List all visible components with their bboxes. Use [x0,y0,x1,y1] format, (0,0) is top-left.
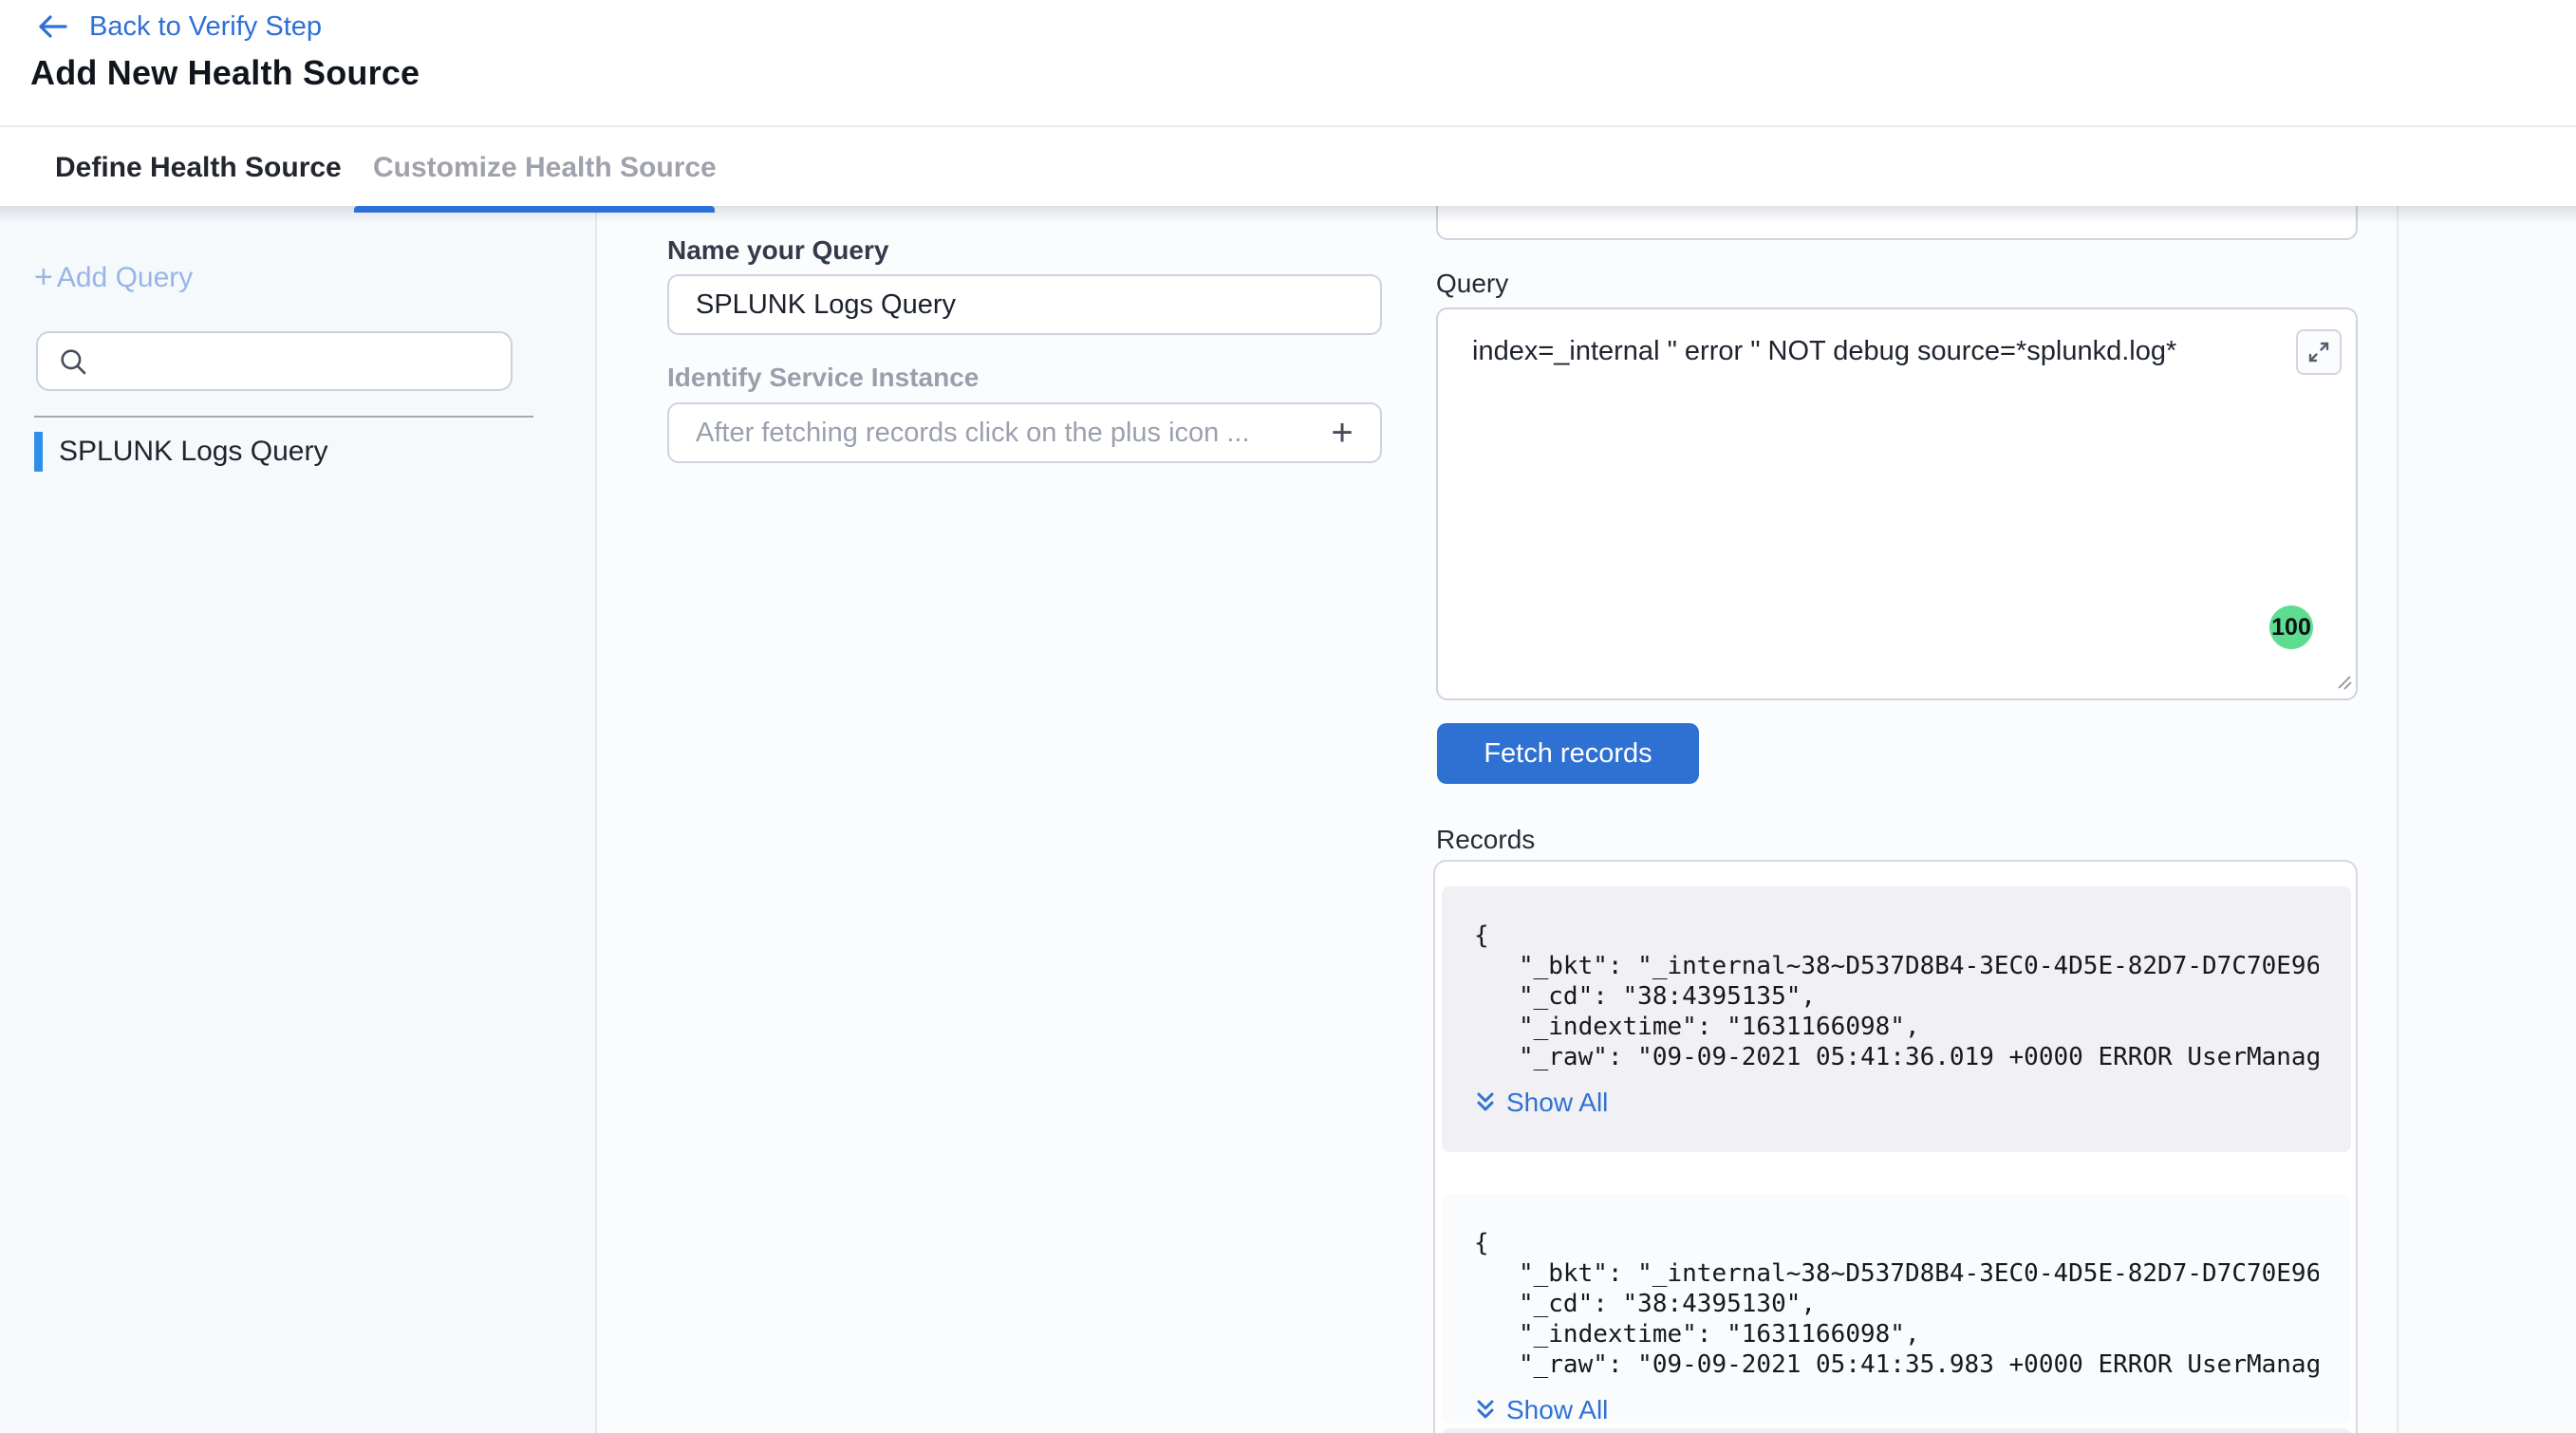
double-chevron-down-icon [1474,1397,1497,1424]
fetch-records-button[interactable]: Fetch records [1437,723,1699,784]
query-search-box[interactable] [36,331,513,391]
query-label: Query [1436,269,1508,299]
query-sidebar: + Add Query SPLUNK Logs Query [0,206,597,1433]
arrow-left-icon [36,12,68,41]
service-instance-input[interactable] [667,402,1382,463]
records-label: Records [1436,825,1535,855]
name-query-label: Name your Query [667,235,888,266]
json-line: { [1474,1228,2319,1258]
json-line: "_cd": "38:4395130", [1474,1289,2319,1319]
active-tab-underline [354,206,715,213]
json-line: "_bkt": "_internal~38~D537D8B4-3EC0-4D5E… [1474,951,2319,981]
back-link-label: Back to Verify Step [89,11,322,43]
show-all-link[interactable]: Show All [1474,1088,1608,1118]
sidebar-item-splunk-logs-query[interactable]: SPLUNK Logs Query [34,432,566,472]
maximize-icon [2305,339,2332,365]
show-all-label: Show All [1506,1088,1608,1118]
record-card: { "_bkt": "_internal~38~D537D8B4-3EC0-4D… [1442,1194,2351,1424]
record-card [1442,1428,2351,1433]
sidebar-divider [34,416,533,418]
tab-define-health-source[interactable]: Define Health Source [55,129,342,206]
expand-query-button[interactable] [2296,329,2342,375]
query-editor: index=_internal " error " NOT debug sour… [1436,307,2358,700]
json-line: "_bkt": "_internal~38~D537D8B4-3EC0-4D5E… [1474,1258,2319,1289]
plus-icon: + [34,259,53,296]
resize-grip-icon[interactable] [2335,673,2352,695]
service-instance-label: Identify Service Instance [667,363,979,393]
app-header: Back to Verify Step Add New Health Sourc… [0,0,2576,127]
main-panel: Name your Query Identify Service Instanc… [597,206,2397,1433]
add-query-label: Add Query [57,262,193,294]
records-list: { "_bkt": "_internal~38~D537D8B4-3EC0-4D… [1433,860,2358,1433]
json-line: "_raw": "09-09-2021 05:41:35.983 +0000 E… [1474,1349,2319,1380]
tab-customize-health-source[interactable]: Customize Health Source [373,129,717,206]
json-line: "_raw": "09-09-2021 05:41:36.019 +0000 E… [1474,1042,2319,1072]
add-service-instance-plus-icon[interactable]: + [1319,410,1365,456]
json-line: "_indextime": "1631166098", [1474,1012,2319,1042]
record-count-badge: 100 [2269,605,2313,649]
json-line: "_cd": "38:4395135", [1474,981,2319,1012]
double-chevron-down-icon [1474,1089,1497,1116]
query-name-input[interactable] [667,274,1382,335]
query-item-label: SPLUNK Logs Query [59,436,327,468]
page-title: Add New Health Source [30,53,420,93]
add-query-button[interactable]: + Add Query [34,259,193,296]
show-all-label: Show All [1506,1395,1608,1425]
json-line: { [1474,921,2319,951]
right-gutter-panel [2397,206,2576,1433]
search-icon [57,345,89,378]
json-line: "_indextime": "1631166098", [1474,1319,2319,1349]
show-all-link[interactable]: Show All [1474,1395,1608,1425]
record-card: { "_bkt": "_internal~38~D537D8B4-3EC0-4D… [1442,886,2351,1152]
search-input[interactable] [103,333,511,389]
selected-indicator-bar [34,432,43,472]
service-instance-field: + [667,402,1382,463]
query-textarea[interactable]: index=_internal " error " NOT debug sour… [1438,309,2356,698]
tab-bar: Define Health Source Customize Health So… [0,129,2576,206]
back-to-verify-link[interactable]: Back to Verify Step [36,9,322,44]
content-area: + Add Query SPLUNK Logs Query Name your … [0,206,2576,1433]
